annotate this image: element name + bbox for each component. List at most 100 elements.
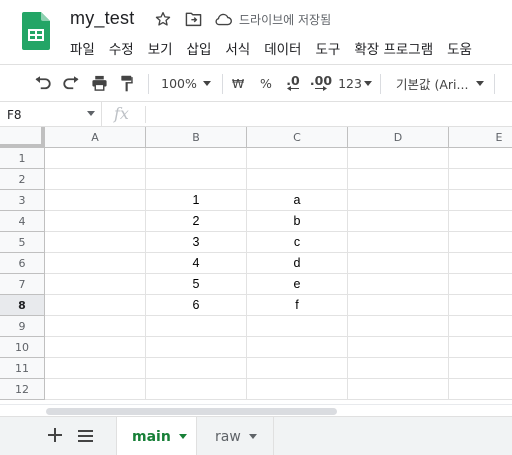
row-header-11[interactable]: 11 xyxy=(0,358,45,379)
cell-b2[interactable] xyxy=(146,169,247,190)
cell-c8[interactable]: f xyxy=(247,295,348,316)
chevron-down-icon[interactable] xyxy=(178,434,187,439)
cell-a3[interactable] xyxy=(45,190,146,211)
increase-decimal-button[interactable]: .00 xyxy=(308,65,334,101)
scrollbar-thumb[interactable] xyxy=(46,408,337,415)
cell-c2[interactable] xyxy=(247,169,348,190)
row-header-6[interactable]: 6 xyxy=(0,253,45,274)
number-format-select[interactable]: 123 xyxy=(338,65,372,101)
cell-a6[interactable] xyxy=(45,253,146,274)
row-header-9[interactable]: 9 xyxy=(0,316,45,337)
move-to-folder-icon[interactable] xyxy=(184,10,202,28)
select-all-corner[interactable] xyxy=(0,127,45,148)
undo-icon[interactable] xyxy=(32,65,54,101)
cell-c6[interactable]: d xyxy=(247,253,348,274)
cell-d8[interactable] xyxy=(348,295,449,316)
cell-d1[interactable] xyxy=(348,148,449,169)
chevron-down-icon[interactable] xyxy=(248,434,257,439)
cell-d3[interactable] xyxy=(348,190,449,211)
save-status[interactable]: 드라이브에 저장됨 xyxy=(239,11,331,28)
cell-b3[interactable]: 1 xyxy=(146,190,247,211)
sheet-tab-raw[interactable]: raw xyxy=(200,417,274,455)
column-header-b[interactable]: B xyxy=(146,127,247,148)
cell-d9[interactable] xyxy=(348,316,449,337)
sheets-logo-icon[interactable] xyxy=(22,12,50,50)
chevron-down-icon[interactable] xyxy=(87,111,95,116)
cell-a10[interactable] xyxy=(45,337,146,358)
cell-d4[interactable] xyxy=(348,211,449,232)
horizontal-scrollbar[interactable] xyxy=(0,404,512,416)
name-box[interactable]: F8 xyxy=(0,102,102,127)
column-header-d[interactable]: D xyxy=(348,127,449,148)
menu-insert[interactable]: 삽입 xyxy=(187,38,212,58)
cell-d11[interactable] xyxy=(348,358,449,379)
cell-e6[interactable] xyxy=(449,253,512,274)
paint-format-icon[interactable] xyxy=(116,65,138,101)
cell-d6[interactable] xyxy=(348,253,449,274)
star-icon[interactable] xyxy=(154,10,172,28)
cell-e11[interactable] xyxy=(449,358,512,379)
zoom-select[interactable]: 100% xyxy=(156,65,216,101)
cell-e9[interactable] xyxy=(449,316,512,337)
cell-a12[interactable] xyxy=(45,379,146,400)
cell-a11[interactable] xyxy=(45,358,146,379)
cell-e5[interactable] xyxy=(449,232,512,253)
cloud-saved-icon[interactable] xyxy=(214,10,232,28)
menu-extensions[interactable]: 확장 프로그램 xyxy=(354,38,433,58)
row-header-3[interactable]: 3 xyxy=(0,190,45,211)
cell-b11[interactable] xyxy=(146,358,247,379)
row-header-4[interactable]: 4 xyxy=(0,211,45,232)
formula-input[interactable] xyxy=(150,102,512,127)
cell-a8[interactable] xyxy=(45,295,146,316)
column-header-c[interactable]: C xyxy=(247,127,348,148)
row-header-1[interactable]: 1 xyxy=(0,148,45,169)
sheet-tab-main[interactable]: main xyxy=(116,417,197,455)
menu-help[interactable]: 도움 xyxy=(447,38,472,58)
cell-b10[interactable] xyxy=(146,337,247,358)
cell-c5[interactable]: c xyxy=(247,232,348,253)
cell-a5[interactable] xyxy=(45,232,146,253)
document-title[interactable]: my_test xyxy=(70,8,134,29)
cell-a4[interactable] xyxy=(45,211,146,232)
cell-a1[interactable] xyxy=(45,148,146,169)
row-header-12[interactable]: 12 xyxy=(0,379,45,400)
cell-b5[interactable]: 3 xyxy=(146,232,247,253)
cell-a9[interactable] xyxy=(45,316,146,337)
menu-file[interactable]: 파일 xyxy=(70,38,95,58)
cell-b12[interactable] xyxy=(146,379,247,400)
cell-e8[interactable] xyxy=(449,295,512,316)
row-header-8[interactable]: 8 xyxy=(0,295,45,316)
cell-b4[interactable]: 2 xyxy=(146,211,247,232)
cell-c1[interactable] xyxy=(247,148,348,169)
menu-format[interactable]: 서식 xyxy=(225,38,250,58)
menu-view[interactable]: 보기 xyxy=(148,38,173,58)
row-header-2[interactable]: 2 xyxy=(0,169,45,190)
cell-d7[interactable] xyxy=(348,274,449,295)
cell-c11[interactable] xyxy=(247,358,348,379)
row-header-7[interactable]: 7 xyxy=(0,274,45,295)
menu-data[interactable]: 데이터 xyxy=(264,38,301,58)
cell-d2[interactable] xyxy=(348,169,449,190)
cell-e7[interactable] xyxy=(449,274,512,295)
row-header-10[interactable]: 10 xyxy=(0,337,45,358)
column-header-a[interactable]: A xyxy=(45,127,146,148)
cell-b6[interactable]: 4 xyxy=(146,253,247,274)
cell-b8[interactable]: 6 xyxy=(146,295,247,316)
cell-d5[interactable] xyxy=(348,232,449,253)
cell-c3[interactable]: a xyxy=(247,190,348,211)
cell-c10[interactable] xyxy=(247,337,348,358)
cell-e1[interactable] xyxy=(449,148,512,169)
redo-icon[interactable] xyxy=(60,65,82,101)
font-size-select[interactable] xyxy=(502,65,512,101)
menu-tools[interactable]: 도구 xyxy=(315,38,340,58)
cell-a2[interactable] xyxy=(45,169,146,190)
cell-d10[interactable] xyxy=(348,337,449,358)
cell-c9[interactable] xyxy=(247,316,348,337)
cell-e12[interactable] xyxy=(449,379,512,400)
row-header-5[interactable]: 5 xyxy=(0,232,45,253)
print-icon[interactable] xyxy=(88,65,110,101)
all-sheets-button[interactable] xyxy=(74,425,96,447)
decrease-decimal-button[interactable]: .0 xyxy=(282,65,304,101)
cell-c12[interactable] xyxy=(247,379,348,400)
cell-b9[interactable] xyxy=(146,316,247,337)
